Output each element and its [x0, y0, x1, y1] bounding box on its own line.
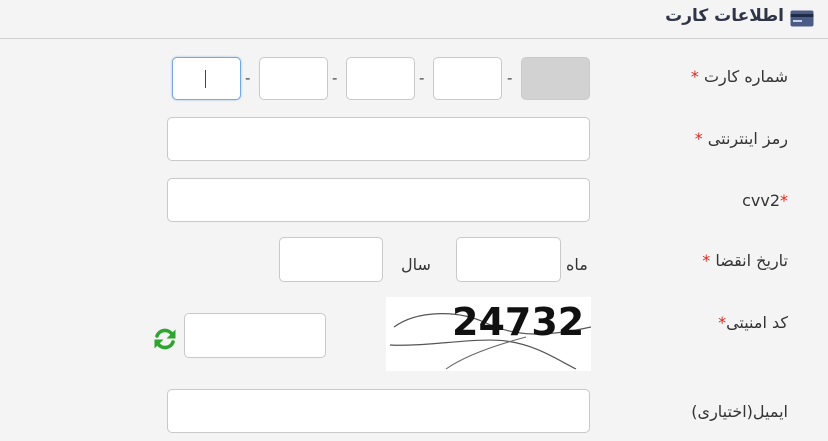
card-number-segment-2[interactable] — [433, 57, 502, 100]
card-info-form: اطلاعات کارت شماره کارت * - - - - رمز ای… — [0, 0, 828, 441]
email-label-text: ایمیل(اختیاری) — [691, 402, 788, 421]
card-number-separator: - — [245, 69, 251, 87]
expiry-year-input[interactable] — [279, 237, 383, 282]
captcha-code: 24732 — [452, 300, 584, 344]
refresh-icon[interactable] — [152, 326, 178, 352]
card-number-segment-3[interactable] — [346, 57, 415, 100]
card-number-segment-5[interactable] — [172, 57, 241, 100]
captcha-input[interactable] — [184, 313, 326, 358]
cvv2-label-text: cvv2 — [742, 191, 780, 210]
password-label-text: رمز اینترنتی — [707, 129, 788, 148]
captcha-image: 24732 — [386, 297, 591, 371]
captcha-label: کد امنیتی* — [718, 313, 788, 332]
card-number-segment-1 — [521, 57, 590, 100]
card-number-separator: - — [419, 69, 425, 87]
cvv2-label: *cvv2 — [742, 191, 788, 210]
section-header: اطلاعات کارت — [0, 0, 828, 39]
expiry-month-input[interactable] — [456, 237, 561, 282]
email-label: ایمیل(اختیاری) — [691, 402, 788, 421]
expiry-month-label: ماه — [566, 255, 588, 274]
expiry-label: تاریخ انقضا * — [702, 251, 788, 270]
required-mark: * — [780, 191, 788, 210]
required-mark: * — [702, 251, 711, 270]
captcha-label-text: کد امنیتی — [726, 313, 788, 332]
card-number-separator: - — [332, 69, 338, 87]
card-number-label-text: شماره کارت — [703, 67, 788, 86]
credit-card-icon — [790, 10, 814, 27]
password-input[interactable] — [167, 117, 590, 161]
password-label: رمز اینترنتی * — [695, 129, 788, 148]
card-number-label: شماره کارت * — [691, 67, 788, 86]
required-mark: * — [694, 129, 703, 148]
expiry-year-label: سال — [401, 255, 431, 274]
email-input[interactable] — [167, 389, 590, 433]
expiry-label-text: تاریخ انقضا — [715, 251, 788, 270]
required-mark: * — [718, 313, 727, 332]
required-mark: * — [690, 67, 699, 86]
section-title: اطلاعات کارت — [665, 6, 784, 26]
card-number-separator: - — [507, 69, 513, 87]
cvv2-input[interactable] — [167, 178, 590, 222]
card-number-segment-4[interactable] — [259, 57, 328, 100]
text-cursor — [205, 70, 206, 88]
